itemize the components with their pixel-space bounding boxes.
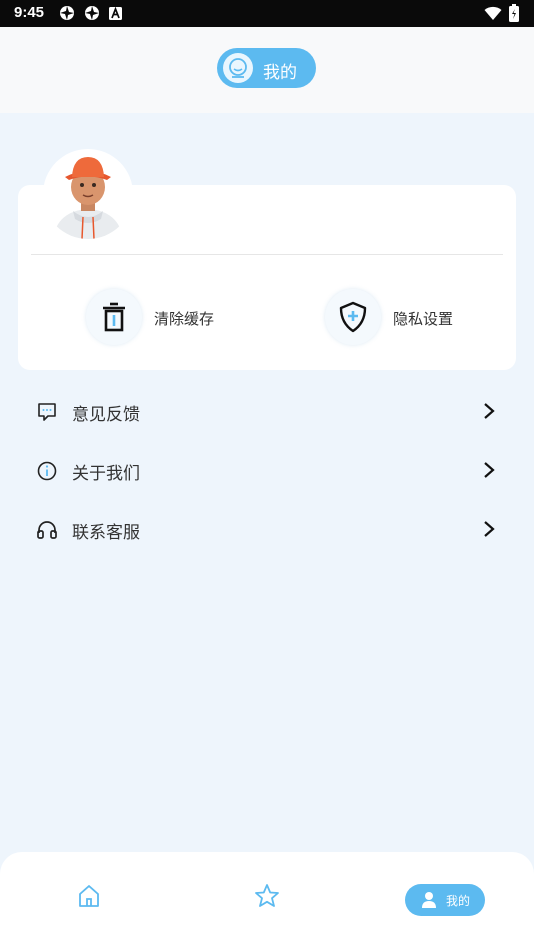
divider (31, 254, 503, 255)
home-icon[interactable] (77, 883, 101, 909)
aperture-icon (85, 6, 99, 20)
star-icon[interactable] (254, 883, 280, 909)
privacy-settings-button[interactable]: 隐私设置 (325, 289, 475, 345)
message-icon (38, 403, 56, 421)
info-icon (37, 461, 57, 481)
menu-item-label: 关于我们 (72, 464, 140, 484)
menu-item-label: 意见反馈 (72, 405, 140, 425)
avatar[interactable] (43, 149, 133, 239)
aperture-icon (60, 6, 74, 20)
clear-cache-button[interactable]: 清除缓存 (86, 289, 236, 345)
chevron-right-icon (484, 403, 495, 419)
menu-item-customer-service[interactable]: 联系客服 (18, 502, 516, 556)
face-icon (223, 53, 253, 83)
chevron-right-icon (484, 462, 495, 478)
menu-item-about[interactable]: 关于我们 (18, 443, 516, 497)
shield-plus-icon (339, 301, 367, 333)
clear-cache-label: 清除缓存 (154, 310, 215, 328)
status-bar: 9:45 (0, 0, 534, 27)
status-time: 9:45 (14, 4, 45, 21)
headset-icon (37, 521, 57, 539)
page-title: 我的 (263, 63, 297, 83)
user-icon (422, 892, 436, 908)
wifi-icon (484, 6, 502, 20)
chevron-right-icon (484, 521, 495, 537)
text-a-icon (109, 7, 122, 20)
battery-icon (509, 4, 519, 22)
tab-mine[interactable]: 我的 (405, 884, 485, 916)
tab-mine-label: 我的 (446, 894, 471, 908)
menu-item-feedback[interactable]: 意见反馈 (18, 384, 516, 438)
menu-item-label: 联系客服 (72, 523, 140, 543)
page-title-pill: 我的 (217, 48, 316, 88)
privacy-settings-label: 隐私设置 (393, 310, 454, 328)
trash-icon (103, 302, 125, 332)
